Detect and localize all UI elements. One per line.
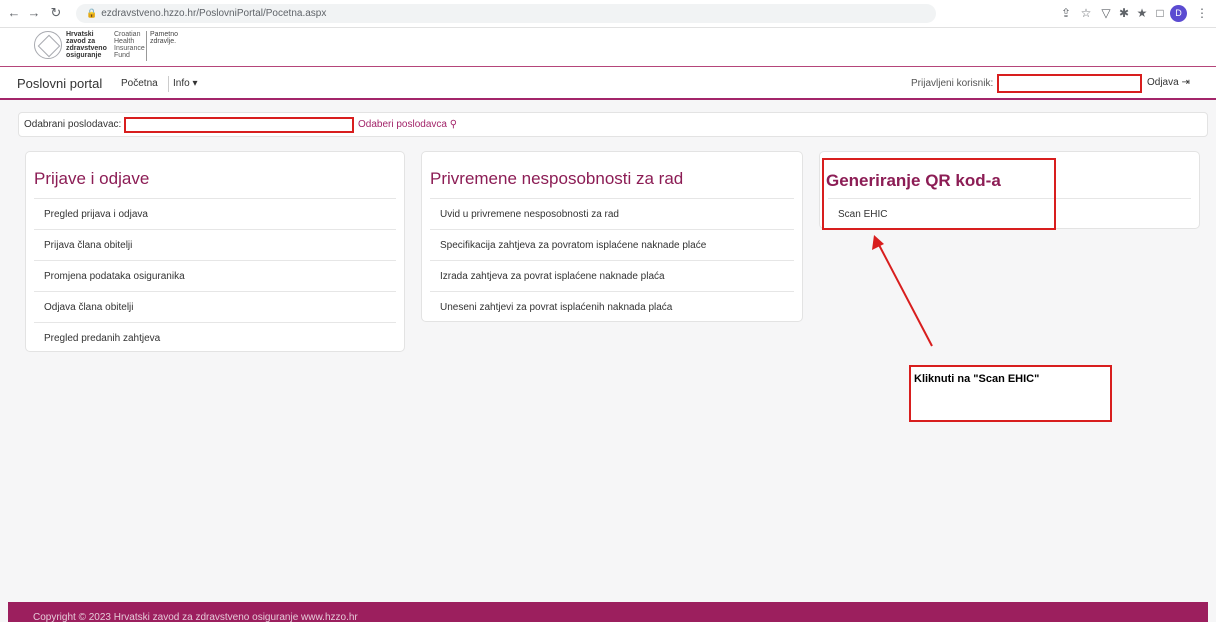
nav-divider — [168, 76, 169, 92]
address-bar[interactable]: 🔒 ezdravstveno.hzzo.hr/PoslovniPortal/Poc… — [76, 4, 936, 23]
employer-label: Odabrani poslodavac: — [24, 119, 122, 130]
highlight-qr-box — [822, 158, 1056, 230]
pin-icon[interactable]: ★ — [1134, 5, 1150, 21]
list-item[interactable]: Pregled prijava i odjava — [34, 198, 396, 229]
logged-user-value — [997, 74, 1142, 93]
logout-label: Odjava — [1147, 77, 1179, 88]
employer-bar: Odabrani poslodavac: Odaberi poslodavca … — [18, 112, 1208, 137]
list-item[interactable]: Uvid u privremene nesposobnosti za rad — [430, 198, 794, 229]
card-list: Uvid u privremene nesposobnosti za rad S… — [430, 198, 794, 322]
brand-link[interactable]: Poslovni portal — [17, 76, 102, 91]
list-item[interactable]: Izrada zahtjeva za povrat isplaćene nakn… — [430, 260, 794, 291]
logo-text-hr: Hrvatski zavod za zdravstveno osiguranje — [66, 31, 107, 59]
share-icon[interactable]: ⇪ — [1058, 5, 1074, 21]
employer-value — [124, 117, 354, 133]
browser-toolbar: ← → ↻ 🔒 ezdravstveno.hzzo.hr/PoslovniPort… — [0, 0, 1216, 28]
footer: Copyright © 2023 Hrvatski zavod za zdrav… — [8, 602, 1208, 622]
search-icon: ⚲ — [449, 119, 458, 130]
puzzle-icon[interactable]: ✱ — [1116, 5, 1132, 21]
list-item[interactable]: Pregled predanih zahtjeva — [34, 322, 396, 353]
extension-icon[interactable]: ▽ — [1098, 5, 1114, 21]
menu-icon[interactable]: ⋮ — [1194, 5, 1210, 21]
url-text: ezdravstveno.hzzo.hr/PoslovniPortal/Poce… — [101, 8, 327, 19]
star-icon[interactable]: ☆ — [1078, 5, 1094, 21]
main-navbar: Poslovni portal Početna Info ▾ Prijavlje… — [0, 66, 1216, 100]
list-item[interactable]: Prijava člana obitelji — [34, 229, 396, 260]
profile-avatar[interactable]: D — [1170, 5, 1187, 22]
logo-divider — [146, 31, 147, 61]
card-title: Privremene nesposobnosti za rad — [430, 169, 684, 188]
list-item[interactable]: Uneseni zahtjevi za povrat isplaćenih na… — [430, 291, 794, 322]
annotation-box: Kliknuti na "Scan EHIC" — [909, 365, 1112, 422]
sidepanel-icon[interactable]: □ — [1152, 5, 1168, 21]
reload-icon[interactable]: ↻ — [48, 5, 64, 21]
list-item[interactable]: Specifikacija zahtjeva za povratom ispla… — [430, 229, 794, 260]
logo-band: Hrvatski zavod za zdravstveno osiguranje… — [0, 28, 1216, 66]
annotation-text: Kliknuti na "Scan EHIC" — [914, 373, 1040, 385]
card-privremene-nesposobnosti: Privremene nesposobnosti za rad Uvid u p… — [421, 151, 803, 322]
logout-button[interactable]: Odjava ⇥ — [1147, 77, 1190, 88]
select-employer-label: Odaberi poslodavca — [358, 119, 447, 130]
forward-icon[interactable]: → — [26, 5, 42, 21]
lock-icon: 🔒 — [86, 8, 98, 18]
logged-user-label: Prijavljeni korisnik: — [911, 78, 994, 89]
hzzo-logo-icon — [34, 31, 62, 59]
select-employer-link[interactable]: Odaberi poslodavca ⚲ — [358, 119, 457, 130]
card-title: Prijave i odjave — [34, 169, 150, 188]
back-icon[interactable]: ← — [6, 5, 22, 21]
logout-icon: ⇥ — [1181, 77, 1190, 88]
footer-copyright: Copyright © 2023 Hrvatski zavod za zdrav… — [33, 612, 358, 622]
card-title-qr: Generiranje QR kod-a — [826, 171, 1001, 190]
card-list: Pregled prijava i odjava Prijava člana o… — [34, 198, 396, 353]
list-item[interactable]: Odjava člana obitelji — [34, 291, 396, 322]
nav-home[interactable]: Početna — [121, 78, 158, 89]
logo-slogan: Pametno zdravlje. — [150, 31, 179, 45]
list-item[interactable]: Promjena podataka osiguranika — [34, 260, 396, 291]
card-prijave-odjave: Prijave i odjave Pregled prijava i odjav… — [25, 151, 405, 352]
nav-info-dropdown[interactable]: Info ▾ — [173, 78, 197, 89]
logo-text-en: Croatian Health Insurance Fund — [114, 31, 145, 59]
